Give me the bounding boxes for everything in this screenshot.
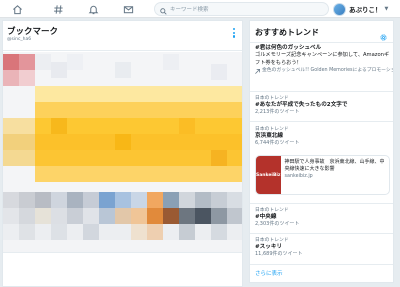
tweet-count: 2,303件のツイート <box>255 221 300 227</box>
chevron-down-icon[interactable]: ▼ <box>385 6 389 12</box>
promoted-label: 金色のガッシュベル!! Golden Memoriesによるプロモーション <box>255 67 393 75</box>
trend-name: #あなたが平成で失ったもの2文字で <box>255 102 348 108</box>
bookmarks-panel: ブックマーク @sinc_ha6 <box>2 20 243 287</box>
trend-item[interactable]: 日本のトレンド 京浜東北線 6,744件のツイート <box>255 125 390 148</box>
search-placeholder: キーワード検索 <box>170 7 209 13</box>
show-more-link[interactable]: さらに表示 <box>255 269 283 277</box>
notifications-icon[interactable] <box>86 2 100 16</box>
trend-location-label: 日本のトレンド <box>255 208 289 213</box>
page-title: ブックマーク <box>7 27 59 37</box>
tweet-count: 6,744件のツイート <box>255 140 300 146</box>
news-card[interactable]: SankeiBiz 神田駅で人身事故 京浜東北線、山手線、中央線快速に大きな影響… <box>255 155 390 195</box>
divider <box>250 91 393 92</box>
user-handle: @sinc_ha6 <box>7 37 32 42</box>
promoted-icon <box>255 68 260 74</box>
gear-icon[interactable] <box>379 27 388 41</box>
account-menu[interactable]: あぷりこ！ ▼ <box>333 1 388 17</box>
more-options-icon[interactable] <box>233 28 237 40</box>
promoted-by-text: 金色のガッシュベル!! Golden Memoriesによるプロモーション <box>262 68 394 73</box>
trend-item-promoted[interactable]: #君は何色のガッシュベル ゴルメモリーズ記念キャンペーンに参加して、Amazon… <box>255 44 393 75</box>
trends-title: おすすめトレンド <box>255 28 319 37</box>
trend-item[interactable]: 日本のトレンド #スッキリ 11,689件のツイート <box>255 236 390 259</box>
trend-item[interactable]: 日本のトレンド #中央線 2,303件のツイート <box>255 206 390 229</box>
divider <box>250 233 393 234</box>
divider <box>3 252 242 253</box>
top-nav: キーワード検索 あぷりこ！ ▼ <box>0 0 400 18</box>
trend-location-label: 日本のトレンド <box>255 96 289 101</box>
search-icon <box>160 0 167 19</box>
news-headline: 神田駅で人身事故 京浜東北線、山手線、中央線快速に大きな影響 <box>284 159 385 172</box>
trend-description: ゴルメモリーズ記念キャンペーンに参加して、Amazonギフト券をもらおう！ <box>255 52 390 66</box>
trend-location-label: 日本のトレンド <box>255 127 289 132</box>
sankeibiz-logo: SankeiBiz <box>256 172 281 178</box>
trends-panel: おすすめトレンド #君は何色のガッシュベル ゴルメモリーズ記念キャンペーンに参加… <box>249 20 394 283</box>
blurred-bookmarked-tweet-image <box>3 52 242 252</box>
trend-name: 京浜東北線 <box>255 133 283 139</box>
home-icon[interactable] <box>10 2 24 16</box>
news-thumbnail: SankeiBiz <box>256 156 281 194</box>
divider <box>250 203 393 204</box>
divider <box>250 121 393 122</box>
divider <box>250 42 393 43</box>
news-source-url: sankeibiz.jp <box>284 174 313 179</box>
trend-name: #君は何色のガッシュベル <box>255 45 322 51</box>
avatar[interactable] <box>333 2 346 16</box>
explore-icon[interactable] <box>51 2 65 16</box>
tweet-count: 2,213件のツイート <box>255 109 300 115</box>
search-input[interactable]: キーワード検索 <box>154 2 329 16</box>
messages-icon[interactable] <box>121 2 135 16</box>
trend-item[interactable]: 日本のトレンド #あなたが平成で失ったもの2文字で 2,213件のツイート <box>255 94 390 117</box>
divider <box>250 264 393 265</box>
user-name: あぷりこ！ <box>349 6 382 14</box>
trend-name: #スッキリ <box>255 244 283 250</box>
trend-location-label: 日本のトレンド <box>255 238 289 243</box>
divider <box>3 50 242 51</box>
tweet-count: 11,689件のツイート <box>255 251 303 257</box>
trend-name: #中央線 <box>255 214 277 220</box>
